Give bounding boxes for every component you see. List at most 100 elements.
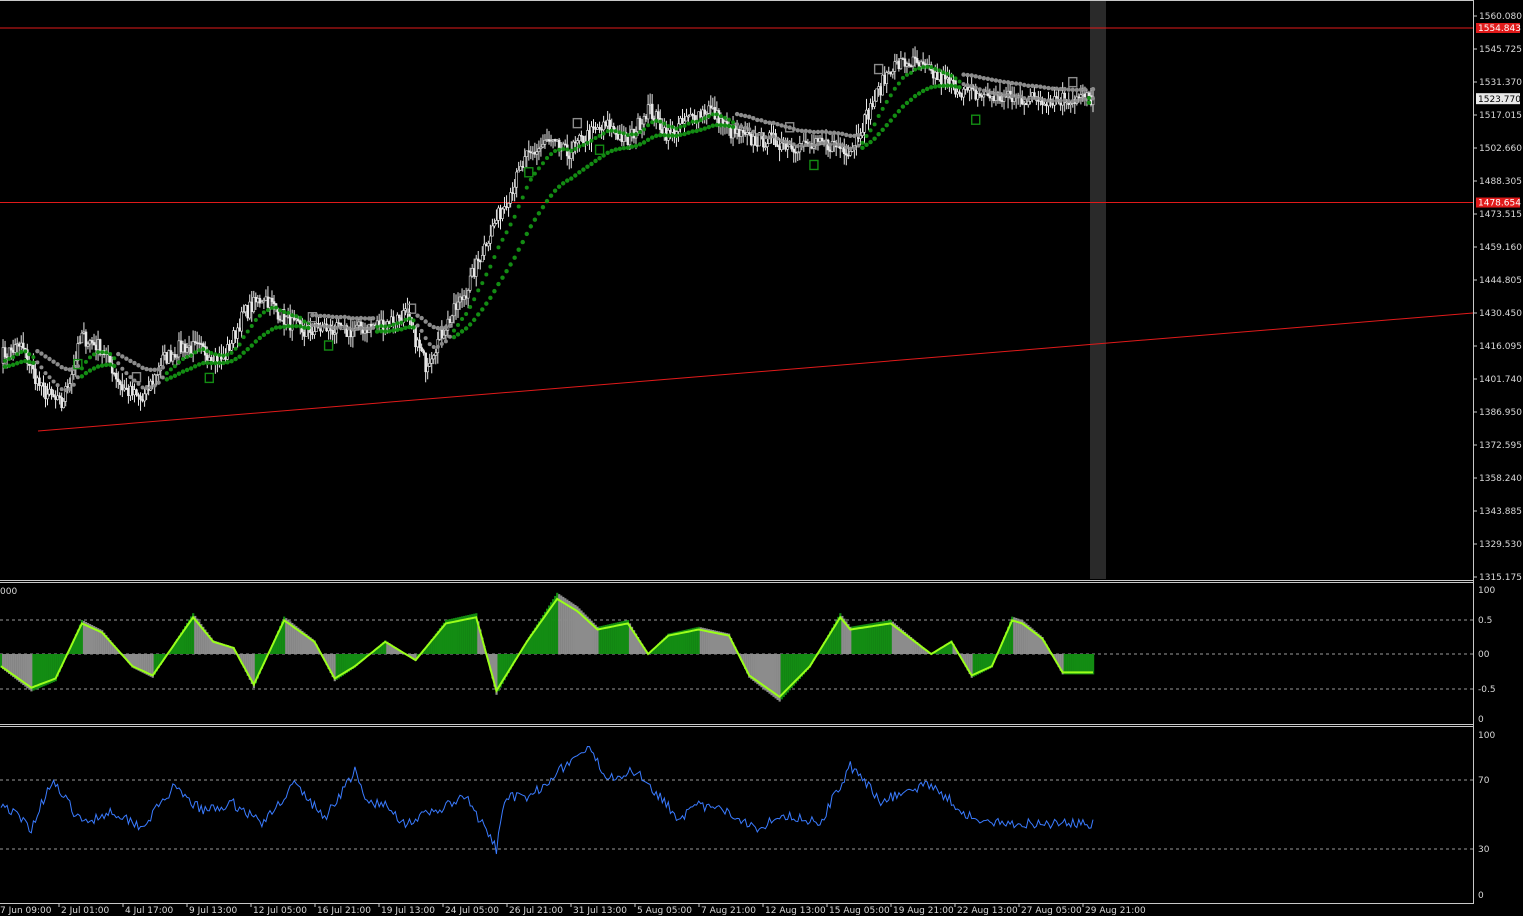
candle-body [933, 72, 937, 79]
fast-line-dot [613, 129, 618, 134]
fast-line-dot [209, 350, 214, 355]
candle-body [129, 385, 132, 396]
candle-body [786, 146, 789, 150]
time-tick-label: 19 Jul 13:00 [381, 906, 435, 916]
fast-line-dot [540, 161, 545, 166]
trailing-dot-up [536, 211, 542, 216]
candle-body [375, 320, 379, 326]
trailing-dot-flat [330, 314, 335, 320]
osc-bar [554, 595, 557, 654]
candle-body [420, 347, 423, 351]
osc-bar [863, 624, 866, 654]
candle-body [398, 314, 401, 319]
trailing-dot-up [180, 369, 186, 374]
fast-line-dot [104, 350, 109, 355]
candle-body [171, 354, 175, 362]
fast-line-dot [880, 106, 885, 111]
candle-body [418, 339, 421, 348]
osc-bar [687, 629, 690, 654]
fast-line-dot [872, 122, 877, 127]
fast-line-dot [387, 323, 392, 328]
fast-line-dot [528, 177, 533, 182]
osc-bar [885, 620, 888, 654]
candle-body [114, 372, 118, 380]
fast-line-dot [743, 125, 748, 130]
time-tick-label: 27 Aug 05:00 [1021, 906, 1082, 916]
fast-line-dot [415, 323, 420, 328]
trailing-dot-up [670, 133, 675, 138]
fast-line-dot [274, 305, 279, 310]
candle-body [792, 148, 796, 153]
osc-bar [566, 599, 569, 654]
fast-line-dot [447, 334, 452, 339]
candle-body [899, 58, 903, 70]
price-tick-label: 1545.725 [1479, 45, 1522, 55]
fast-line-dot [536, 166, 541, 171]
candle-body [430, 358, 434, 364]
fast-line-dot [451, 328, 456, 333]
trailing-dot-up [395, 327, 400, 333]
trailing-dot-up [597, 156, 602, 161]
candle-body [1077, 96, 1081, 99]
trailing-dot-up [933, 84, 938, 89]
osc-bar [1015, 617, 1018, 654]
trailing-dot-up [209, 360, 214, 366]
candle-body [521, 166, 525, 168]
fast-line-dot [217, 352, 222, 357]
trailing-dot-up [722, 123, 728, 128]
fast-line-dot [1074, 98, 1079, 103]
candle-body [818, 137, 822, 142]
candle-body [238, 327, 241, 332]
trailing-dot-up [524, 231, 529, 237]
support-price-tag: 1478.654 [1476, 197, 1521, 209]
candle-body [509, 192, 512, 204]
trailing-dot-up [916, 91, 922, 96]
candle-body [448, 318, 452, 323]
fast-line-dot [108, 351, 113, 356]
trailing-dot-up [496, 281, 501, 287]
candle-body [1079, 94, 1083, 98]
candle-body [541, 143, 545, 148]
fast-line-dot [67, 387, 72, 392]
trailing-dot-flat [1058, 86, 1063, 92]
fast-line-dot [1082, 97, 1087, 102]
candle-body [1026, 101, 1030, 106]
candle-body [905, 63, 909, 67]
trailing-dot-up [678, 132, 683, 138]
fast-line-dot [96, 350, 101, 355]
candle-body [656, 111, 660, 119]
candle-body [491, 225, 494, 237]
fast-line-dot [727, 117, 731, 122]
candle-body [232, 330, 235, 344]
candle-body [193, 341, 197, 343]
candle-body [452, 303, 456, 317]
trading-chart[interactable]: 1560.080 1545.725 1531.370 1517.015 1502.660… [0, 0, 1523, 916]
candle-body [454, 303, 458, 310]
trailing-dot-flat [338, 314, 343, 320]
candle-body [434, 352, 438, 356]
candle-body [337, 322, 341, 324]
osc-bar [881, 621, 884, 654]
candle-body [875, 88, 878, 102]
trailing-dot-flat [148, 367, 153, 372]
trailing-dot-up [565, 178, 570, 183]
trailing-dot-flat [973, 74, 978, 79]
fast-line-dot [399, 320, 404, 325]
trailing-dot-flat [1018, 81, 1023, 87]
price-tick-label: 1416.095 [1479, 342, 1522, 352]
candle-body [885, 72, 889, 84]
candle-body [468, 275, 472, 291]
fast-line-dot [638, 130, 643, 135]
rsi-tick-label: 0 [1478, 891, 1484, 901]
candle-body [660, 129, 664, 134]
price-tick-label: 1343.885 [1479, 507, 1522, 517]
osc-bar [1089, 654, 1093, 675]
fast-line-dot [176, 360, 181, 365]
fast-line-dot [985, 89, 990, 94]
osc-bar [576, 606, 579, 654]
trailing-dot-flat [742, 113, 748, 119]
candle-body [638, 117, 642, 130]
candle-body [531, 151, 535, 154]
osc-bar [556, 592, 559, 654]
candle-body [804, 140, 808, 143]
